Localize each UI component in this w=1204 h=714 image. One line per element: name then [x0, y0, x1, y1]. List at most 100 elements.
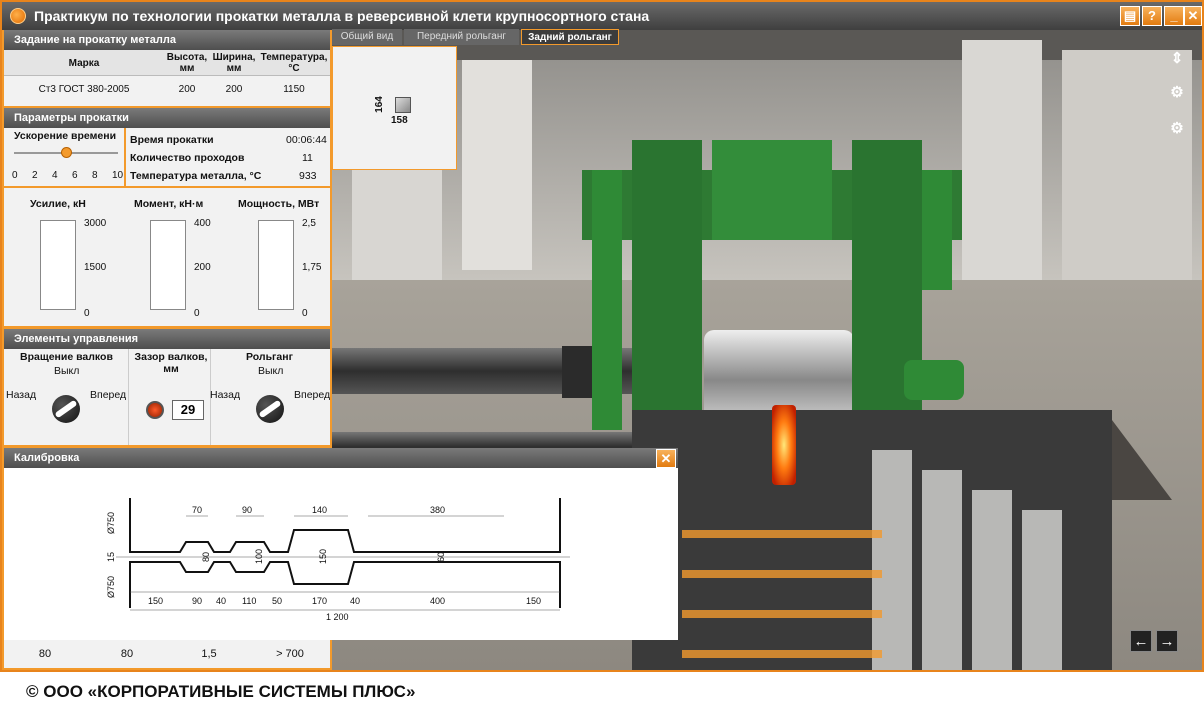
task-table: Марка Высота, мм Ширина, мм Температура,…: [4, 50, 330, 106]
time-accel-tick: 4: [52, 170, 58, 181]
roller-switch[interactable]: [256, 395, 284, 423]
calibration-header: Калибровка: [4, 448, 678, 468]
calibration-footer: 80 80 1,5 > 700: [4, 640, 330, 668]
camera-rear-icon[interactable]: ⚙: [1166, 82, 1188, 104]
time-accel-slider[interactable]: [14, 147, 118, 158]
dim-top-2: 90: [242, 505, 252, 515]
tab-front-roller[interactable]: Передний рольганг: [404, 29, 519, 45]
dim-bottom-5: 50: [272, 596, 282, 606]
power-max: 2,5: [302, 218, 316, 229]
params-panel: Ускорение времени 0 2 4 6 8 10 Время прокатки…: [4, 128, 330, 186]
footer-value-4: > 700: [276, 648, 304, 660]
height-value: 200: [178, 84, 196, 95]
camera-height-icon[interactable]: ⇕: [1166, 48, 1188, 70]
arrow-right-icon[interactable]: →: [1156, 630, 1178, 652]
time-accel-tick: 8: [92, 170, 98, 181]
dim-dia-top: Ø750: [106, 512, 116, 534]
rotation-switch[interactable]: [52, 395, 80, 423]
gap-indicator-icon: [146, 401, 164, 419]
time-accel-label: Ускорение времени: [14, 130, 117, 142]
col-temperature: Температура, °С: [260, 52, 328, 74]
dim-v-60: 60: [436, 552, 446, 562]
power-label: Мощность, МВт: [238, 198, 320, 210]
dim-bottom-4: 110: [242, 596, 256, 606]
width-value: 200: [225, 84, 243, 95]
dim-top-1: 70: [192, 505, 202, 515]
torque-max: 400: [194, 218, 211, 229]
slider-handle[interactable]: [61, 147, 72, 158]
dim-top-3: 140: [312, 505, 327, 515]
dim-bottom-2: 90: [192, 596, 202, 606]
dim-bottom-6: 170: [312, 596, 327, 606]
torque-mid: 200: [194, 262, 211, 273]
tab-overview[interactable]: Общий вид: [332, 29, 402, 45]
params-header: Параметры прокатки: [4, 108, 330, 128]
dim-bottom-3: 40: [216, 596, 226, 606]
force-gauge: [40, 220, 76, 310]
col-grade: Марка: [68, 58, 100, 69]
dim-top-4: 380: [430, 505, 445, 515]
dim-total: 1 200: [326, 612, 349, 622]
metal-temp-value: 933: [299, 170, 317, 182]
app-window: Практикум по технологии прокатки металла…: [0, 0, 1204, 672]
power-mid: 1,75: [302, 262, 322, 273]
passes-label: Количество проходов: [130, 152, 245, 164]
power-gauge: [258, 220, 294, 310]
copyright-text: © ООО «КОРПОРАТИВНЫЕ СИСТЕМЫ ПЛЮС»: [26, 682, 416, 701]
dim-bottom-7: 40: [350, 596, 360, 606]
rotation-back-label: Назад: [6, 389, 37, 401]
gap-value[interactable]: 29: [172, 400, 204, 420]
gap-label: Зазор валков, мм: [134, 351, 208, 375]
task-header: Задание на прокатку металла: [4, 30, 330, 50]
tab-rear-roller[interactable]: Задний рольганг: [521, 29, 619, 45]
app-logo-icon: [10, 8, 26, 24]
gauges-panel: Усилие, кН 3000 1500 0 Момент, кН·м 400 …: [4, 188, 330, 326]
footer-value-3: 1,5: [201, 648, 217, 660]
torque-label: Момент, кН·м: [134, 198, 204, 210]
controls-panel: Вращение валков Выкл Назад Вперед Зазор …: [4, 349, 330, 445]
roller-state: Выкл: [258, 365, 284, 377]
camera-front-icon[interactable]: ⚙: [1166, 118, 1188, 140]
roller-forward-label: Вперед: [294, 389, 331, 401]
metal-temp-label: Температура металла, °С: [130, 170, 262, 182]
power-min: 0: [302, 308, 308, 319]
section-height: 164: [373, 96, 385, 113]
calibration-drawing: 70 90 140 380 150 90 40 110 50 170 40 40…: [4, 468, 678, 640]
time-accel-tick: 2: [32, 170, 38, 181]
view-tabs: Общий вид Передний рольганг Задний рольг…: [332, 29, 622, 45]
section-shape: [395, 97, 411, 113]
torque-gauge: [150, 220, 186, 310]
dim-v-80: 80: [201, 552, 211, 562]
minimize-button[interactable]: _: [1164, 6, 1184, 26]
torque-min: 0: [194, 308, 200, 319]
roll-time-value: 00:06:44: [286, 134, 327, 146]
dim-bottom-1: 150: [148, 596, 163, 606]
footer-value-2: 80: [120, 648, 134, 660]
report-icon[interactable]: ▤: [1120, 6, 1140, 26]
rotation-state: Выкл: [54, 365, 80, 377]
calibration-close-button[interactable]: ✕: [656, 449, 676, 468]
force-label: Усилие, кН: [30, 198, 86, 210]
force-min: 0: [84, 308, 90, 319]
roll-pass-drawing: 70 90 140 380 150 90 40 110 50 170 40 40…: [106, 498, 570, 622]
close-button[interactable]: ✕: [1184, 6, 1202, 26]
temperature-value: 1150: [283, 84, 305, 95]
passes-value: 11: [302, 152, 313, 164]
controls-header: Элементы управления: [4, 329, 330, 349]
window-title: Практикум по технологии прокатки металла…: [34, 8, 650, 24]
time-accel-tick: 0: [12, 170, 18, 181]
dim-v-100: 100: [254, 549, 264, 564]
help-button[interactable]: ?: [1142, 6, 1162, 26]
arrow-left-icon[interactable]: ←: [1130, 630, 1152, 652]
roller-back-label: Назад: [210, 389, 241, 401]
force-mid: 1500: [84, 262, 107, 273]
col-width: Ширина, мм: [212, 52, 256, 74]
roller-label: Рольганг: [246, 351, 293, 363]
force-max: 3000: [84, 218, 107, 229]
title-bar: Практикум по технологии прокатки металла…: [2, 2, 1202, 30]
dim-dia-bottom: Ø750: [106, 576, 116, 598]
footer-value-1: 80: [38, 648, 52, 660]
dim-bottom-8: 400: [430, 596, 445, 606]
dim-bottom-9: 150: [526, 596, 541, 606]
col-height: Высота, мм: [166, 52, 208, 74]
